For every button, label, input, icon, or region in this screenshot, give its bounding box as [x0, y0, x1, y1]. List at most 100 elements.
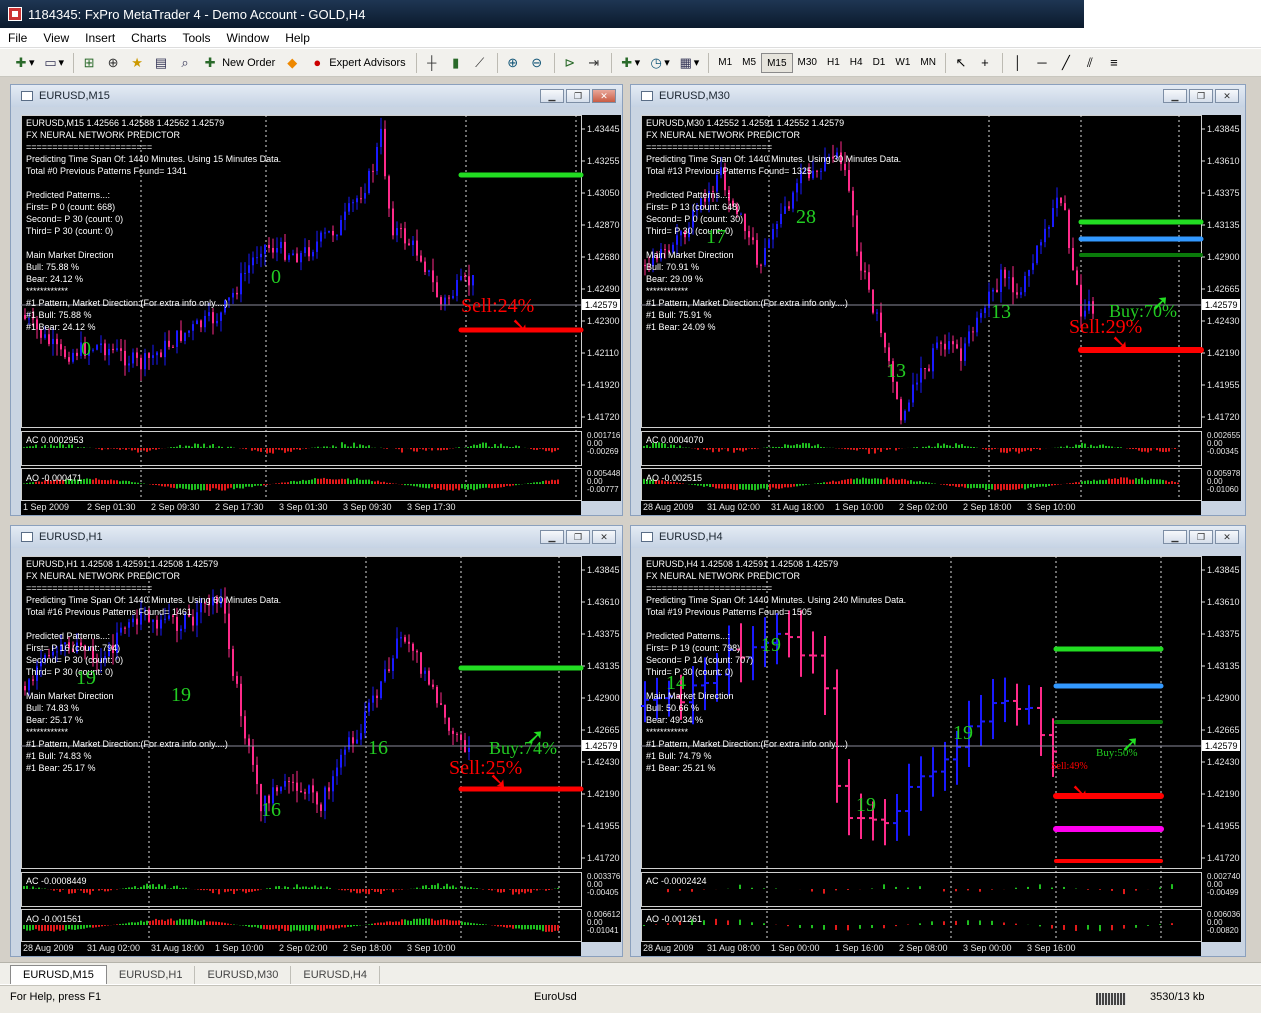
toolbar-separator: [553, 52, 555, 73]
zoom-in-button[interactable]: ⊕: [502, 52, 524, 74]
menu-view[interactable]: View: [35, 31, 77, 45]
menu-window[interactable]: Window: [219, 31, 278, 45]
close-button[interactable]: ✕: [592, 89, 616, 103]
chart-window-title: EURUSD,M15: [39, 90, 110, 102]
candle-body: [360, 733, 362, 740]
menu-help[interactable]: Help: [277, 31, 318, 45]
crosshair-button[interactable]: +: [974, 52, 996, 74]
chart-svg[interactable]: 1.43845 1.43610 1.43375 1.43135 1.42900 1.426…: [641, 115, 1241, 501]
candle-body: [352, 202, 354, 204]
timeframe-h4[interactable]: H4: [845, 53, 868, 73]
timeframe-m15[interactable]: M15: [761, 52, 793, 73]
trendline-button[interactable]: ╱: [1055, 52, 1077, 74]
navigator-star-icon: ★: [131, 54, 143, 70]
price-tick-label: 1.41720: [1207, 853, 1240, 863]
expert-advisors-button[interactable]: ● Expert Advisors: [305, 52, 409, 74]
templates-button[interactable]: ▦ ▾: [675, 52, 703, 74]
minimize-button[interactable]: ▁: [540, 530, 564, 544]
chart-canvas[interactable]: 1.43445 1.43255 1.43050 1.42870 1.42680 1.424…: [21, 115, 621, 501]
chart-window-eurusd-m30[interactable]: EURUSD,M30 ▁ ❐ ✕ 1.43845 1.43610 1.43375 1.43…: [630, 84, 1246, 516]
minimize-button[interactable]: ▁: [1163, 89, 1187, 103]
restore-button[interactable]: ❐: [566, 530, 590, 544]
timeframe-m5[interactable]: M5: [737, 53, 761, 73]
vertical-line-button[interactable]: │: [1007, 52, 1029, 74]
new-order-button[interactable]: ✚ New Order: [198, 52, 279, 74]
candle-body: [136, 352, 138, 358]
periods-button[interactable]: ◷ ▾: [645, 52, 673, 74]
ac-indicator-label: AC -0.0008449: [26, 876, 87, 886]
candle-body: [172, 346, 174, 348]
candle-body: [996, 289, 998, 292]
horizontal-line-button[interactable]: ─: [1031, 52, 1053, 74]
auto-scroll-button[interactable]: ⊳: [559, 52, 581, 74]
indicators-button[interactable]: ✚ ▾: [616, 52, 644, 74]
candle-body: [452, 730, 454, 734]
tab-eurusd-m30[interactable]: EURUSD,M30: [195, 966, 292, 984]
tab-eurusd-h1[interactable]: EURUSD,H1: [107, 966, 196, 984]
toolbar-separator: [415, 52, 417, 73]
menu-charts[interactable]: Charts: [123, 31, 174, 45]
timeframe-mn[interactable]: MN: [915, 53, 941, 73]
candle-body: [744, 213, 746, 232]
candlestick-button[interactable]: ▮: [445, 52, 467, 74]
menu-tools[interactable]: Tools: [175, 31, 219, 45]
navigator-button[interactable]: ★: [126, 52, 148, 74]
predictor-text-line: Bull: 74.83 %: [26, 703, 79, 713]
chart-window-eurusd-h4[interactable]: EURUSD,H4 ▁ ❐ ✕ 1.43845 1.43610 1.43375 1.431…: [630, 525, 1246, 957]
chart-window-eurusd-m15[interactable]: EURUSD,M15 ▁ ❐ ✕ 1.43445 1.43255 1.43050 1.42…: [10, 84, 623, 516]
close-button[interactable]: ✕: [1215, 89, 1239, 103]
chart-svg[interactable]: 1.43445 1.43255 1.43050 1.42870 1.42680 1.424…: [21, 115, 621, 501]
zoom-out-button[interactable]: ⊖: [526, 52, 548, 74]
market-watch-button[interactable]: ⊞: [78, 52, 100, 74]
data-window-button[interactable]: ⊕: [102, 52, 124, 74]
candle-body: [412, 643, 414, 651]
price-tick-label: 1.42300: [587, 316, 620, 326]
fibonacci-button[interactable]: ≡: [1103, 52, 1125, 74]
new-chart-button[interactable]: ✚ ▾: [10, 52, 38, 74]
channel-button[interactable]: ⫽: [1079, 52, 1101, 74]
candle-body: [76, 352, 78, 356]
chart-canvas[interactable]: 1.43845 1.43610 1.43375 1.43135 1.42900 1.426…: [641, 556, 1241, 942]
price-tick-label: 1.42665: [1207, 284, 1240, 294]
candle-body: [412, 240, 414, 245]
timeframe-m30[interactable]: M30: [793, 53, 822, 73]
candle-body: [1024, 276, 1026, 293]
chart-svg[interactable]: 1.43845 1.43610 1.43375 1.43135 1.42900 1.426…: [641, 556, 1241, 942]
timeframe-h1[interactable]: H1: [822, 53, 845, 73]
tab-eurusd-h4[interactable]: EURUSD,H4: [291, 966, 380, 984]
date-tick-label: 3 Sep 01:30: [279, 502, 328, 512]
timeframe-w1[interactable]: W1: [890, 53, 915, 73]
chart-canvas[interactable]: 1.43845 1.43610 1.43375 1.43135 1.42900 1.426…: [21, 556, 621, 942]
close-button[interactable]: ✕: [592, 530, 616, 544]
close-button[interactable]: ✕: [1215, 530, 1239, 544]
ac-pane-frame: [641, 872, 1202, 907]
candle-body: [844, 163, 846, 171]
minimize-button[interactable]: ▁: [540, 89, 564, 103]
profiles-button[interactable]: ▭ ▾: [40, 52, 68, 74]
restore-button[interactable]: ❐: [1189, 89, 1213, 103]
candle-body: [440, 703, 442, 705]
chart-shift-button[interactable]: ⇥: [583, 52, 605, 74]
bar-chart-button[interactable]: ┼: [421, 52, 443, 74]
tester-button[interactable]: ⌕: [174, 52, 196, 74]
chart-canvas[interactable]: 1.43845 1.43610 1.43375 1.43135 1.42900 1.426…: [641, 115, 1241, 501]
tab-eurusd-m15[interactable]: EURUSD,M15: [10, 965, 107, 984]
restore-button[interactable]: ❐: [566, 89, 590, 103]
timeframe-d1[interactable]: D1: [868, 53, 891, 73]
terminal-button[interactable]: ▤: [150, 52, 172, 74]
predictor-text-line: Bear: 29.09 %: [646, 274, 703, 284]
minimize-button[interactable]: ▁: [1163, 530, 1187, 544]
metaeditor-button[interactable]: ◆: [281, 52, 303, 74]
chart-svg[interactable]: 1.43845 1.43610 1.43375 1.43135 1.42900 1.426…: [21, 556, 621, 942]
candle-body: [120, 627, 122, 633]
menu-insert[interactable]: Insert: [77, 31, 123, 45]
menu-file[interactable]: File: [0, 31, 35, 45]
candle-body: [160, 619, 162, 629]
timeframe-m1[interactable]: M1: [713, 53, 737, 73]
candle-body: [448, 297, 450, 299]
cursor-button[interactable]: ↖: [950, 52, 972, 74]
line-chart-button[interactable]: ⟋: [469, 52, 491, 74]
candle-body: [424, 261, 426, 272]
restore-button[interactable]: ❐: [1189, 530, 1213, 544]
chart-window-eurusd-h1[interactable]: EURUSD,H1 ▁ ❐ ✕ 1.43845 1.43610 1.43375 1.431…: [10, 525, 623, 957]
